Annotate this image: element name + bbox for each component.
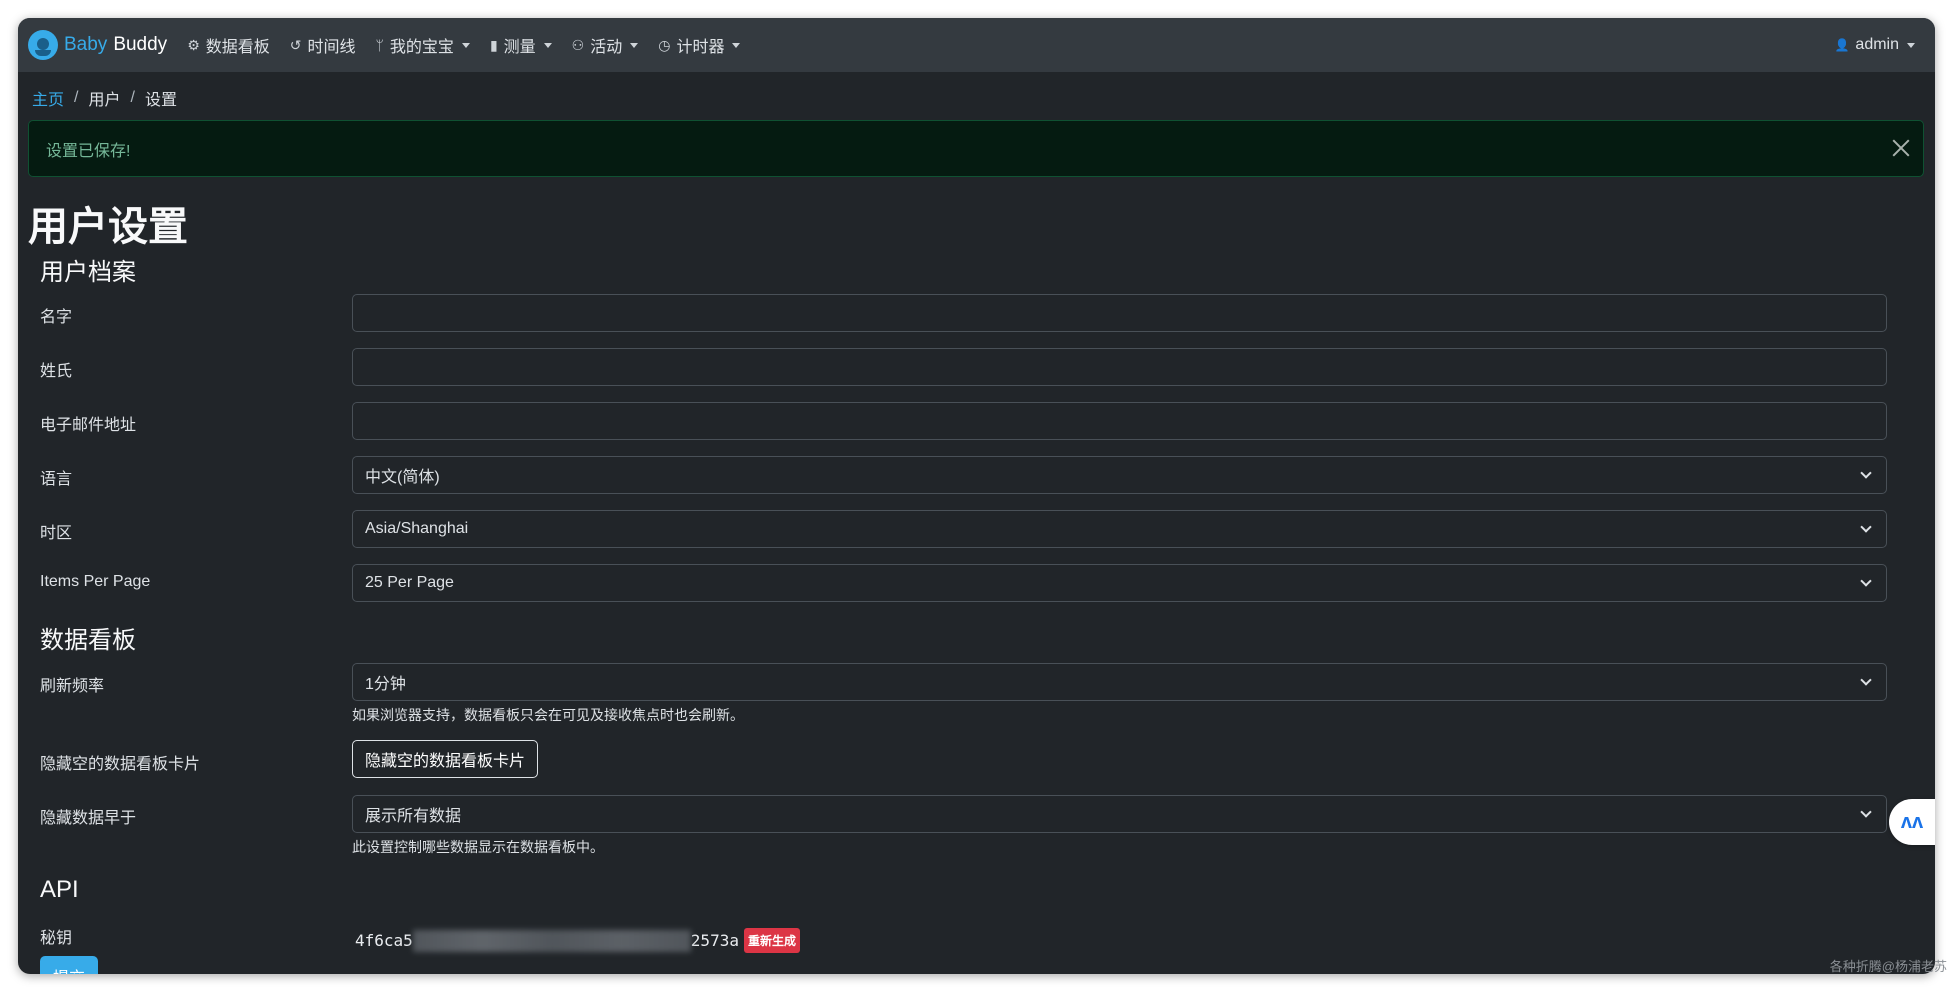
watermark: 各种折腾@杨浦老苏 bbox=[1829, 959, 1947, 974]
caret-down-icon bbox=[543, 42, 552, 48]
success-alert: 设置已保存! bbox=[28, 120, 1924, 177]
last-name-input[interactable] bbox=[352, 348, 1887, 386]
brand-name-part1: Baby bbox=[64, 34, 108, 55]
items-per-page-select[interactable]: 25 Per Page bbox=[352, 564, 1887, 602]
api-key-redacted bbox=[412, 929, 691, 952]
user-name: admin bbox=[1855, 36, 1899, 53]
hide-empty-label: 隐藏空的数据看板卡片 bbox=[40, 756, 201, 773]
nav-dashboard[interactable]: ⚙ 数据看板 bbox=[187, 33, 270, 57]
hide-older-select[interactable]: 展示所有数据 bbox=[352, 795, 1887, 833]
nav-activities-dropdown[interactable]: ⚇ 活动 bbox=[572, 33, 639, 57]
caret-down-icon bbox=[732, 42, 741, 48]
refresh-rate-select[interactable]: 1分钟 bbox=[352, 663, 1887, 701]
nav-children-label: 我的宝宝 bbox=[389, 39, 454, 56]
brand-link[interactable]: Baby Buddy bbox=[28, 30, 167, 60]
first-name-label: 名字 bbox=[40, 309, 73, 326]
breadcrumb-users: 用户 bbox=[88, 92, 121, 109]
language-select[interactable]: 中文(简体) bbox=[352, 456, 1887, 494]
nav-children-dropdown[interactable]: ᛘ 我的宝宝 bbox=[376, 33, 470, 57]
nav-timeline[interactable]: ↺ 时间线 bbox=[290, 33, 356, 57]
caret-down-icon bbox=[461, 42, 470, 48]
assistant-logo-icon: ʌʌ bbox=[1900, 810, 1924, 833]
timezone-label: 时区 bbox=[40, 525, 73, 542]
nav-measurements-dropdown[interactable]: ▮ 测量 bbox=[490, 33, 552, 57]
timer-icon: ◷ bbox=[658, 36, 671, 53]
user-menu-dropdown[interactable]: 👤 admin bbox=[1834, 36, 1915, 54]
email-label: 电子邮件地址 bbox=[40, 417, 137, 434]
floating-assistant-button[interactable]: ʌʌ bbox=[1889, 799, 1935, 845]
caret-down-icon bbox=[630, 42, 639, 48]
submit-button[interactable]: 提交 bbox=[40, 956, 98, 974]
app-window: Baby Buddy ⚙ 数据看板 ↺ 时间线 ᛘ 我的宝宝 ▮ 测量 ⚇ 活动… bbox=[18, 18, 1935, 974]
regenerate-key-button[interactable]: 重新生成 bbox=[743, 928, 800, 953]
nav-measurements-label: 测量 bbox=[503, 39, 536, 56]
api-key-suffix: 2573a bbox=[690, 931, 739, 950]
timezone-select-value: Asia/Shanghai bbox=[365, 520, 469, 537]
caret-down-icon bbox=[1907, 42, 1915, 48]
nav-timeline-label: 时间线 bbox=[307, 39, 356, 56]
chevron-down-icon bbox=[1860, 806, 1872, 818]
activities-icon: ⚇ bbox=[571, 36, 585, 53]
section-title-dashboard: 数据看板 bbox=[40, 627, 136, 654]
chevron-down-icon bbox=[1860, 521, 1872, 533]
nav-dashboard-label: 数据看板 bbox=[205, 39, 270, 56]
brand-name-part2: Buddy bbox=[113, 34, 168, 55]
history-icon: ↺ bbox=[289, 36, 302, 53]
breadcrumb-current: 设置 bbox=[144, 92, 177, 109]
breadcrumb-separator: / bbox=[130, 89, 135, 106]
section-title-api: API bbox=[40, 876, 79, 903]
hide-older-select-value: 展示所有数据 bbox=[365, 808, 462, 825]
refresh-rate-select-value: 1分钟 bbox=[365, 676, 406, 693]
hide-older-label: 隐藏数据早于 bbox=[40, 810, 137, 827]
first-name-input[interactable] bbox=[352, 294, 1887, 332]
baby-buddy-logo-icon bbox=[28, 30, 58, 60]
timezone-select[interactable]: Asia/Shanghai bbox=[352, 510, 1887, 548]
hide-empty-toggle-button[interactable]: 隐藏空的数据看板卡片 bbox=[352, 740, 539, 778]
nav-activities-label: 活动 bbox=[590, 39, 623, 56]
section-title-profile: 用户档案 bbox=[40, 259, 136, 286]
api-key-label: 秘钥 bbox=[40, 930, 73, 947]
chevron-down-icon bbox=[1860, 674, 1872, 686]
child-icon: ᛘ bbox=[375, 37, 384, 53]
refresh-rate-help: 如果浏览器支持，数据看板只会在可见及接收焦点时也会刷新。 bbox=[352, 707, 744, 723]
nav-timers-dropdown[interactable]: ◷ 计时器 bbox=[658, 33, 741, 57]
items-per-page-label: Items Per Page bbox=[40, 573, 151, 590]
last-name-label: 姓氏 bbox=[40, 363, 73, 380]
user-icon: 👤 bbox=[1834, 38, 1850, 52]
top-navbar: Baby Buddy ⚙ 数据看板 ↺ 时间线 ᛘ 我的宝宝 ▮ 测量 ⚇ 活动… bbox=[18, 18, 1935, 72]
chevron-down-icon bbox=[1860, 575, 1872, 587]
api-key-value: 4f6ca5 2573a 重新生成 bbox=[355, 928, 800, 953]
close-icon[interactable] bbox=[1891, 138, 1911, 158]
clipboard-icon: ▮ bbox=[489, 36, 498, 53]
breadcrumb: 主页 / 用户 / 设置 bbox=[32, 86, 177, 110]
page-title: 用户设置 bbox=[28, 205, 188, 249]
hide-older-help: 此设置控制哪些数据显示在数据看板中。 bbox=[352, 839, 604, 855]
refresh-rate-label: 刷新频率 bbox=[40, 678, 105, 695]
language-label: 语言 bbox=[40, 471, 73, 488]
email-input[interactable] bbox=[352, 402, 1887, 440]
dashboard-icon: ⚙ bbox=[187, 36, 200, 53]
api-key-prefix: 4f6ca5 bbox=[355, 931, 413, 950]
breadcrumb-separator: / bbox=[74, 89, 79, 106]
alert-message: 设置已保存! bbox=[46, 142, 131, 160]
nav-timers-label: 计时器 bbox=[676, 39, 725, 56]
language-select-value: 中文(简体) bbox=[365, 469, 440, 486]
chevron-down-icon bbox=[1860, 467, 1872, 479]
items-per-page-select-value: 25 Per Page bbox=[365, 574, 454, 591]
breadcrumb-home-link[interactable]: 主页 bbox=[32, 86, 64, 110]
